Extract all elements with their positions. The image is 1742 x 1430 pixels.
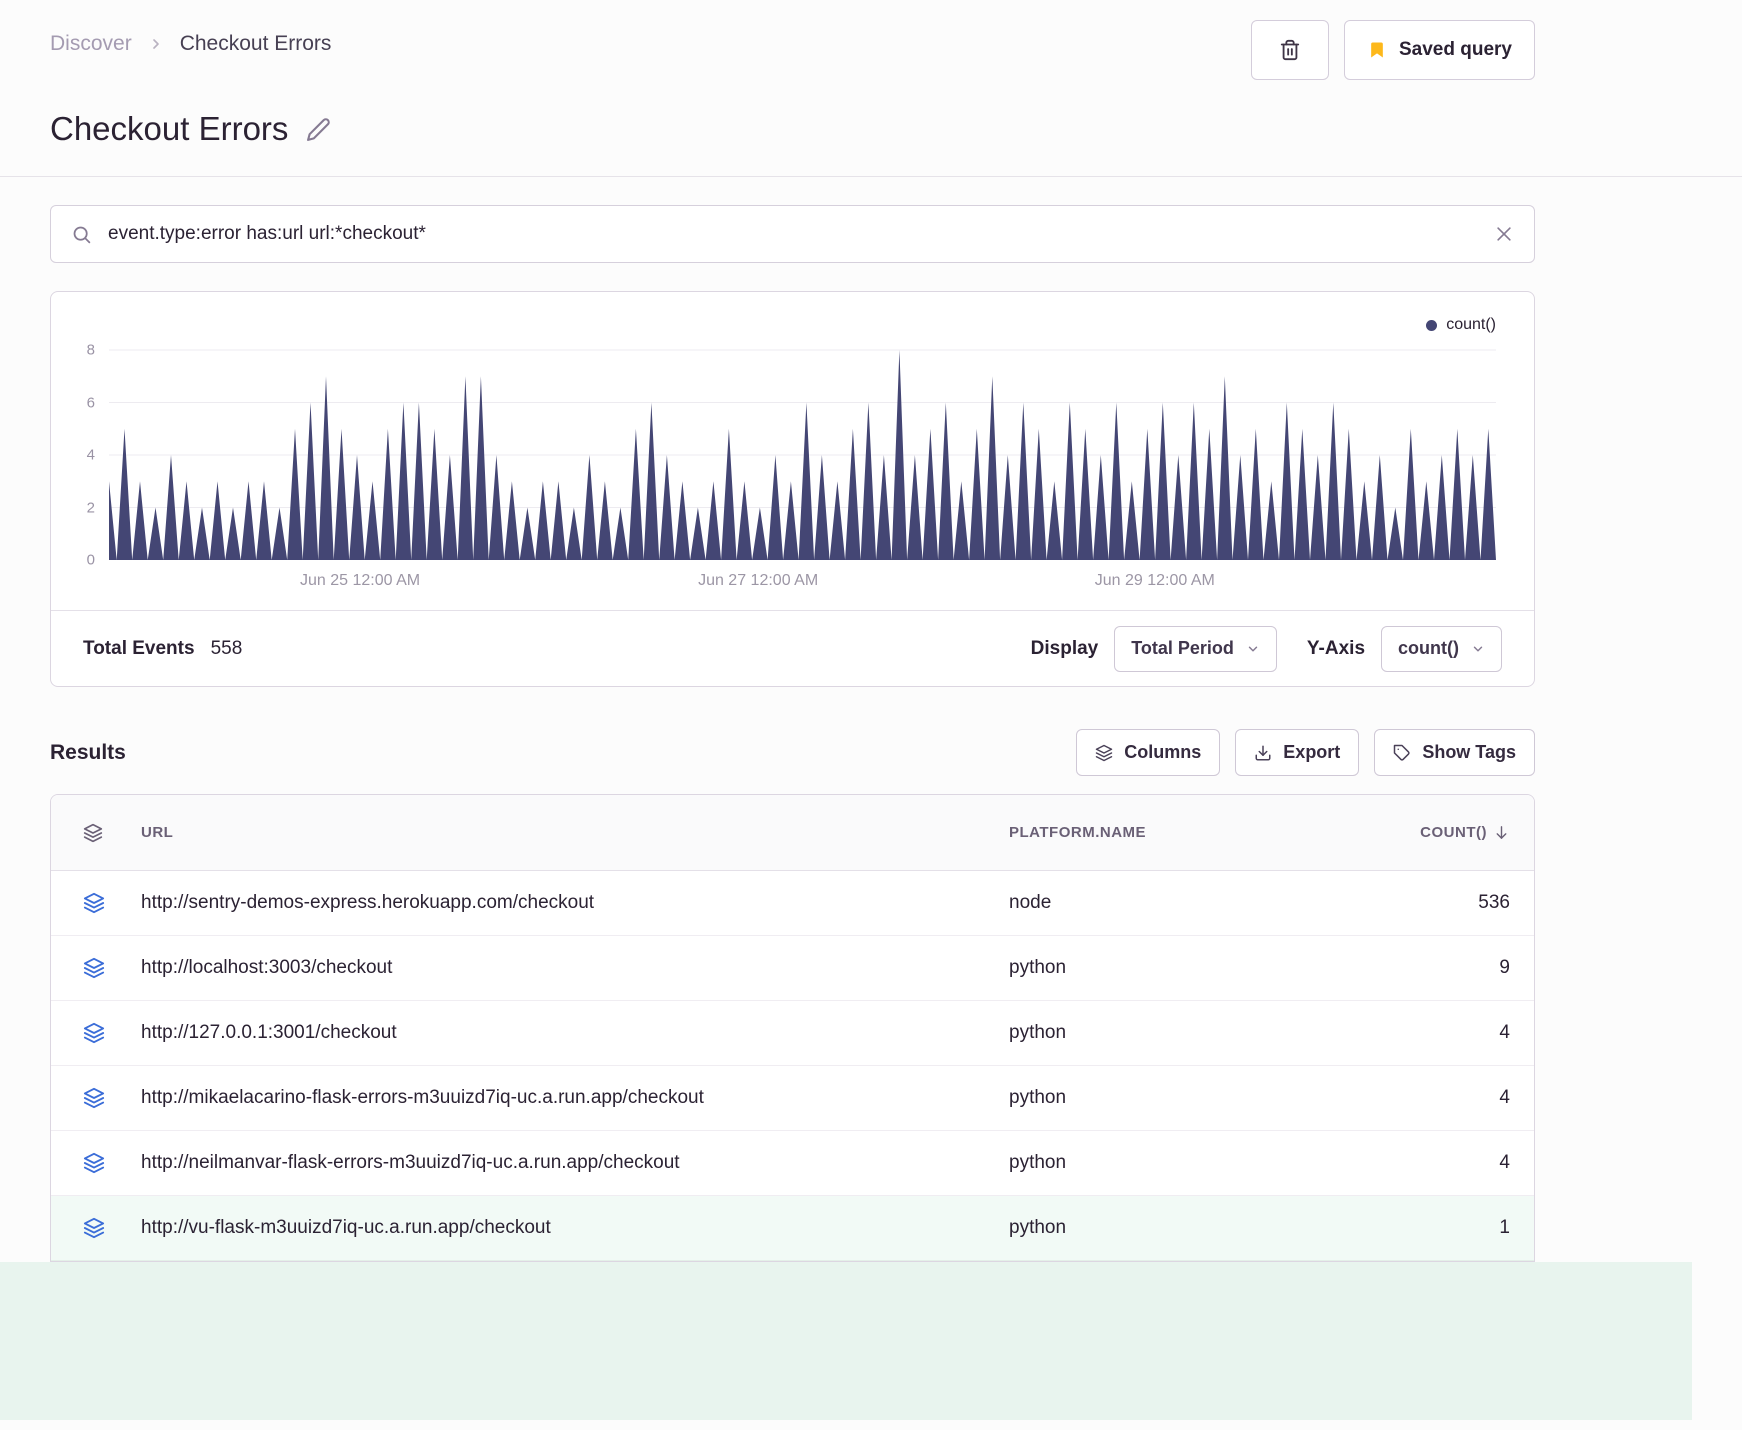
clear-search-icon[interactable] bbox=[1494, 224, 1514, 244]
events-chart-svg bbox=[109, 349, 1496, 560]
result-url[interactable]: http://vu-flask-m3uuizd7iq-uc.a.run.app/… bbox=[141, 1217, 1009, 1239]
trash-icon bbox=[1279, 39, 1301, 61]
result-platform: python bbox=[1009, 1217, 1067, 1238]
result-count: 4 bbox=[1499, 1022, 1510, 1043]
x-axis-tick: Jun 25 12:00 AM bbox=[300, 572, 421, 589]
stack-icon bbox=[75, 1217, 141, 1239]
column-header-platform[interactable]: PLATFORM.NAME bbox=[1009, 824, 1299, 841]
saved-query-button[interactable]: Saved query bbox=[1344, 20, 1535, 80]
columns-button-label: Columns bbox=[1124, 742, 1202, 762]
chart-y-axis: 0 2 4 6 8 bbox=[51, 341, 109, 569]
result-platform: python bbox=[1009, 1022, 1067, 1043]
chevron-right-icon bbox=[148, 36, 164, 52]
saved-query-label: Saved query bbox=[1399, 39, 1512, 60]
table-row[interactable]: http://vu-flask-m3uuizd7iq-uc.a.run.app/… bbox=[51, 1196, 1534, 1261]
stack-icon bbox=[75, 957, 141, 979]
sort-desc-icon bbox=[1493, 824, 1510, 841]
table-row[interactable]: http://sentry-demos-express.herokuapp.co… bbox=[51, 871, 1534, 936]
column-header-url[interactable]: URL bbox=[141, 824, 1009, 841]
legend-label: count() bbox=[1446, 316, 1496, 333]
display-dropdown[interactable]: Total Period bbox=[1114, 625, 1277, 672]
layers-icon bbox=[1095, 744, 1113, 762]
header-divider bbox=[0, 176, 1742, 177]
chevron-down-icon bbox=[1246, 642, 1260, 656]
top-bar: Discover Checkout Errors Saved query bbox=[50, 0, 1535, 80]
breadcrumb-current: Checkout Errors bbox=[179, 32, 332, 55]
result-count: 1 bbox=[1499, 1217, 1510, 1238]
stack-icon bbox=[75, 892, 141, 914]
chart-area: 02468 Jun 25 12:00 AM Jun 27 12:00 AM Jun … bbox=[51, 341, 1534, 600]
x-axis-tick: Jun 29 12:00 AM bbox=[1094, 572, 1215, 589]
stack-icon bbox=[75, 1087, 141, 1109]
breadcrumb-discover[interactable]: Discover bbox=[50, 32, 132, 56]
bottom-highlight bbox=[0, 1262, 1692, 1420]
result-platform: python bbox=[1009, 957, 1067, 978]
y-axis-tick: 2 bbox=[86, 499, 95, 516]
delete-query-button[interactable] bbox=[1251, 20, 1329, 80]
display-label: Display bbox=[1030, 637, 1099, 659]
table-row[interactable]: http://neilmanvar-flask-errors-m3uuizd7i… bbox=[51, 1131, 1534, 1196]
chart-x-axis: Jun 25 12:00 AM Jun 27 12:00 AM Jun 29 12:… bbox=[109, 560, 1496, 600]
legend-dot bbox=[1426, 319, 1438, 331]
export-button-label: Export bbox=[1283, 742, 1341, 762]
table-row[interactable]: http://localhost:3003/checkout python 9 bbox=[51, 936, 1534, 1001]
stack-icon bbox=[75, 1152, 141, 1174]
column-header-count[interactable]: COUNT() bbox=[1420, 824, 1510, 841]
download-icon bbox=[1254, 744, 1272, 762]
chart-footer: Total Events 558 Display Total Period Y-… bbox=[51, 610, 1534, 686]
result-platform: python bbox=[1009, 1087, 1067, 1108]
stack-icon bbox=[75, 1022, 141, 1044]
columns-button[interactable]: Columns bbox=[1076, 729, 1221, 776]
y-axis-tick: 8 bbox=[86, 341, 95, 359]
result-count: 4 bbox=[1499, 1087, 1510, 1108]
result-platform: node bbox=[1009, 892, 1052, 913]
result-url[interactable]: http://mikaelacarino-flask-errors-m3uuiz… bbox=[141, 1087, 1009, 1109]
search-input[interactable] bbox=[108, 223, 1478, 245]
tag-icon bbox=[1393, 744, 1411, 762]
chart-plot bbox=[109, 344, 1496, 560]
search-bar bbox=[50, 205, 1535, 263]
page-title: Checkout Errors bbox=[50, 110, 289, 147]
table-row[interactable]: http://127.0.0.1:3001/checkout python 4 bbox=[51, 1001, 1534, 1066]
search-icon bbox=[71, 224, 92, 245]
results-table: URL PLATFORM.NAME COUNT() http://sentry-… bbox=[50, 794, 1535, 1262]
result-url[interactable]: http://127.0.0.1:3001/checkout bbox=[141, 1022, 1009, 1044]
breadcrumb: Discover Checkout Errors bbox=[50, 20, 331, 56]
yaxis-label: Y-Axis bbox=[1306, 637, 1366, 659]
chart-legend[interactable]: count() bbox=[51, 310, 1534, 340]
x-axis-tick: Jun 27 12:00 AM bbox=[698, 572, 819, 589]
result-count: 4 bbox=[1499, 1152, 1510, 1173]
stack-icon bbox=[75, 823, 141, 843]
result-platform: python bbox=[1009, 1152, 1067, 1173]
y-axis-tick: 6 bbox=[86, 394, 95, 411]
show-tags-button-label: Show Tags bbox=[1422, 742, 1516, 762]
bookmark-icon bbox=[1367, 40, 1387, 60]
result-count: 9 bbox=[1499, 957, 1510, 978]
export-button[interactable]: Export bbox=[1235, 729, 1360, 776]
results-heading: Results bbox=[50, 740, 126, 764]
chevron-down-icon bbox=[1471, 642, 1485, 656]
table-header-row: URL PLATFORM.NAME COUNT() bbox=[51, 795, 1534, 871]
result-url[interactable]: http://localhost:3003/checkout bbox=[141, 957, 1009, 979]
show-tags-button[interactable]: Show Tags bbox=[1374, 729, 1535, 776]
yaxis-dropdown-value: count() bbox=[1398, 638, 1459, 658]
edit-title-icon[interactable] bbox=[306, 117, 331, 142]
result-url[interactable]: http://sentry-demos-express.herokuapp.co… bbox=[141, 892, 1009, 914]
y-axis-tick: 4 bbox=[86, 446, 95, 464]
y-axis-tick: 0 bbox=[86, 551, 95, 569]
results-table-body: http://sentry-demos-express.herokuapp.co… bbox=[51, 871, 1534, 1261]
total-events-label: Total Events bbox=[83, 637, 195, 659]
total-events-value: 558 bbox=[210, 637, 243, 659]
yaxis-dropdown[interactable]: count() bbox=[1381, 625, 1502, 672]
display-dropdown-value: Total Period bbox=[1131, 638, 1234, 658]
result-count: 536 bbox=[1478, 892, 1510, 913]
table-row[interactable]: http://mikaelacarino-flask-errors-m3uuiz… bbox=[51, 1066, 1534, 1131]
result-url[interactable]: http://neilmanvar-flask-errors-m3uuizd7i… bbox=[141, 1152, 1009, 1174]
events-chart-panel: count() 0 2 4 6 8 Jun 25 12:00 AM Jun 27 12:0… bbox=[50, 291, 1535, 687]
